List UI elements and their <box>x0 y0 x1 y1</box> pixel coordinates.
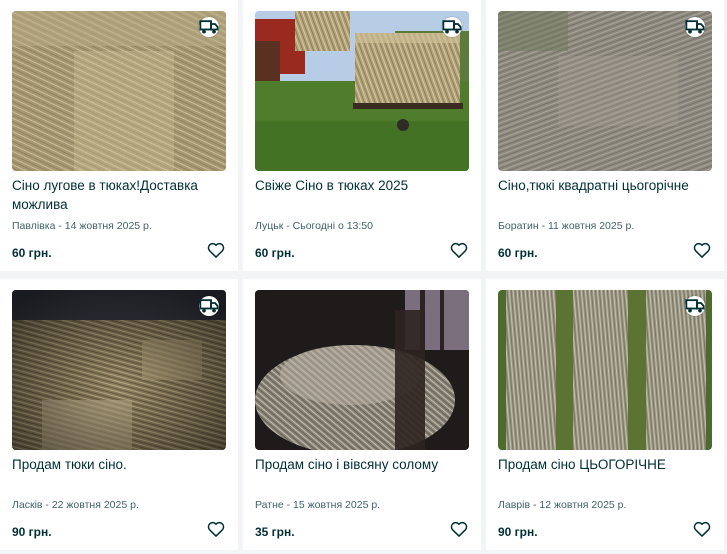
listing-title[interactable]: Свіже Сіно в тюках 2025 <box>255 176 465 195</box>
listing-grid: Сіно лугове в тюках!Доставка можлива Пав… <box>0 0 727 554</box>
listing-card[interactable]: Продам сіно ЦЬОГОРІЧНЕ Лаврів - 12 жовтн… <box>486 279 724 550</box>
delivery-truck-icon <box>199 17 219 37</box>
listing-title[interactable]: Сіно,тюкі квадратні цьогорічне <box>498 176 708 195</box>
listing-price: 90 грн. <box>498 525 538 539</box>
listing-location-date: Ласків - 22 жовтня 2025 р. <box>12 499 139 511</box>
listing-photo[interactable] <box>498 290 712 450</box>
listing-card[interactable]: Сіно лугове в тюках!Доставка можлива Пав… <box>0 0 238 271</box>
listing-location-date: Боратин - 11 жовтня 2025 р. <box>498 220 635 232</box>
listing-location-date: Луцьк - Сьогодні о 13:50 <box>255 220 373 232</box>
listing-price: 35 грн. <box>255 525 295 539</box>
listing-card[interactable]: Свіже Сіно в тюках 2025 Луцьк - Сьогодні… <box>243 0 481 271</box>
heart-outline-icon[interactable] <box>692 240 712 260</box>
listing-price: 60 грн. <box>498 246 538 260</box>
listing-price: 90 грн. <box>12 525 52 539</box>
listing-title[interactable]: Продам тюки сіно. <box>12 455 222 474</box>
listing-card[interactable]: Продам сіно і вівсяну солому Ратне - 15 … <box>243 279 481 550</box>
delivery-truck-icon <box>685 17 705 37</box>
delivery-truck-icon <box>442 17 462 37</box>
listing-title[interactable]: Продам сіно і вівсяну солому <box>255 455 465 474</box>
delivery-truck-icon <box>199 296 219 316</box>
listing-title[interactable]: Продам сіно ЦЬОГОРІЧНЕ <box>498 455 708 474</box>
listing-location-date: Павлівка - 14 жовтня 2025 р. <box>12 220 152 232</box>
heart-outline-icon[interactable] <box>692 519 712 539</box>
listing-photo[interactable] <box>498 11 712 171</box>
listing-card[interactable]: Продам тюки сіно. Ласків - 22 жовтня 202… <box>0 279 238 550</box>
listing-card[interactable]: Сіно,тюкі квадратні цьогорічне Боратин -… <box>486 0 724 271</box>
heart-outline-icon[interactable] <box>449 519 469 539</box>
heart-outline-icon[interactable] <box>206 240 226 260</box>
heart-outline-icon[interactable] <box>206 519 226 539</box>
listing-price: 60 грн. <box>12 246 52 260</box>
listing-photo[interactable] <box>12 11 226 171</box>
listing-photo[interactable] <box>12 290 226 450</box>
heart-outline-icon[interactable] <box>449 240 469 260</box>
listing-price: 60 грн. <box>255 246 295 260</box>
listing-photo[interactable] <box>255 11 469 171</box>
delivery-truck-icon <box>685 296 705 316</box>
listing-location-date: Лаврів - 12 жовтня 2025 р. <box>498 499 627 511</box>
listing-photo[interactable] <box>255 290 469 450</box>
listing-location-date: Ратне - 15 жовтня 2025 р. <box>255 499 381 511</box>
listing-title[interactable]: Сіно лугове в тюках!Доставка можлива <box>12 176 222 214</box>
